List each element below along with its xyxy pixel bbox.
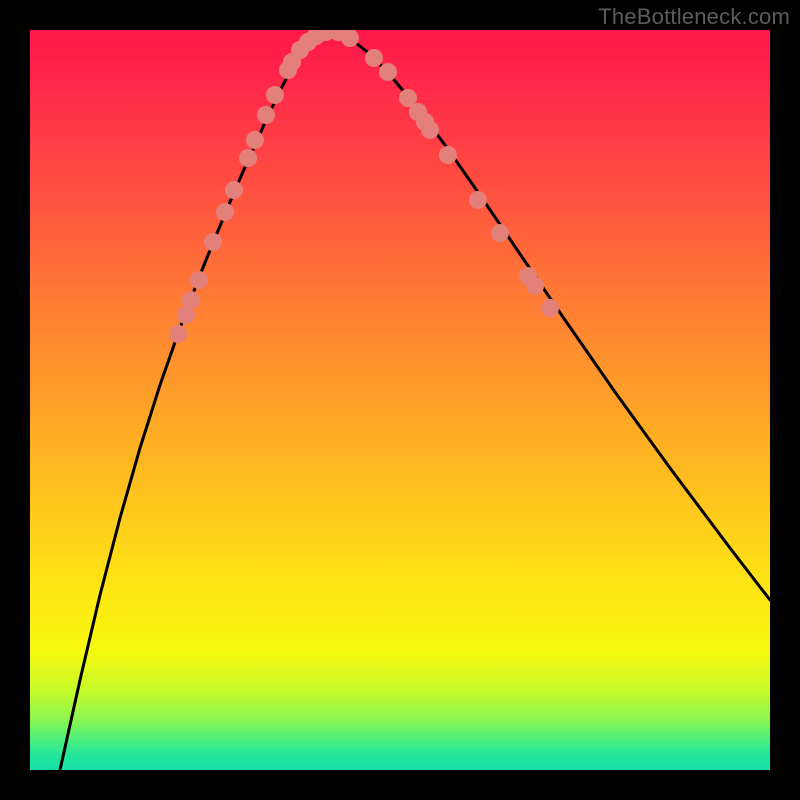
marker-dot <box>169 325 187 343</box>
curve-path <box>60 32 770 770</box>
markers-right <box>329 30 559 317</box>
chart-frame: TheBottleneck.com <box>0 0 800 800</box>
marker-dot <box>469 191 487 209</box>
marker-dot <box>365 49 383 67</box>
plot-area <box>30 30 770 770</box>
markers-bottom <box>279 30 335 79</box>
chart-svg <box>30 30 770 770</box>
marker-dot <box>246 131 264 149</box>
marker-dot <box>204 233 222 251</box>
marker-dot <box>491 224 509 242</box>
marker-dot <box>421 121 439 139</box>
marker-dot <box>526 277 544 295</box>
marker-dot <box>182 291 200 309</box>
marker-dot <box>190 271 208 289</box>
curve-series <box>60 32 770 770</box>
marker-dot <box>541 299 559 317</box>
marker-dot <box>257 106 275 124</box>
markers-left <box>169 86 284 343</box>
marker-dot <box>439 146 457 164</box>
marker-dot <box>239 149 257 167</box>
marker-dot <box>216 203 234 221</box>
marker-dot <box>379 63 397 81</box>
marker-dot <box>266 86 284 104</box>
watermark-text: TheBottleneck.com <box>598 4 790 30</box>
marker-dot <box>225 181 243 199</box>
